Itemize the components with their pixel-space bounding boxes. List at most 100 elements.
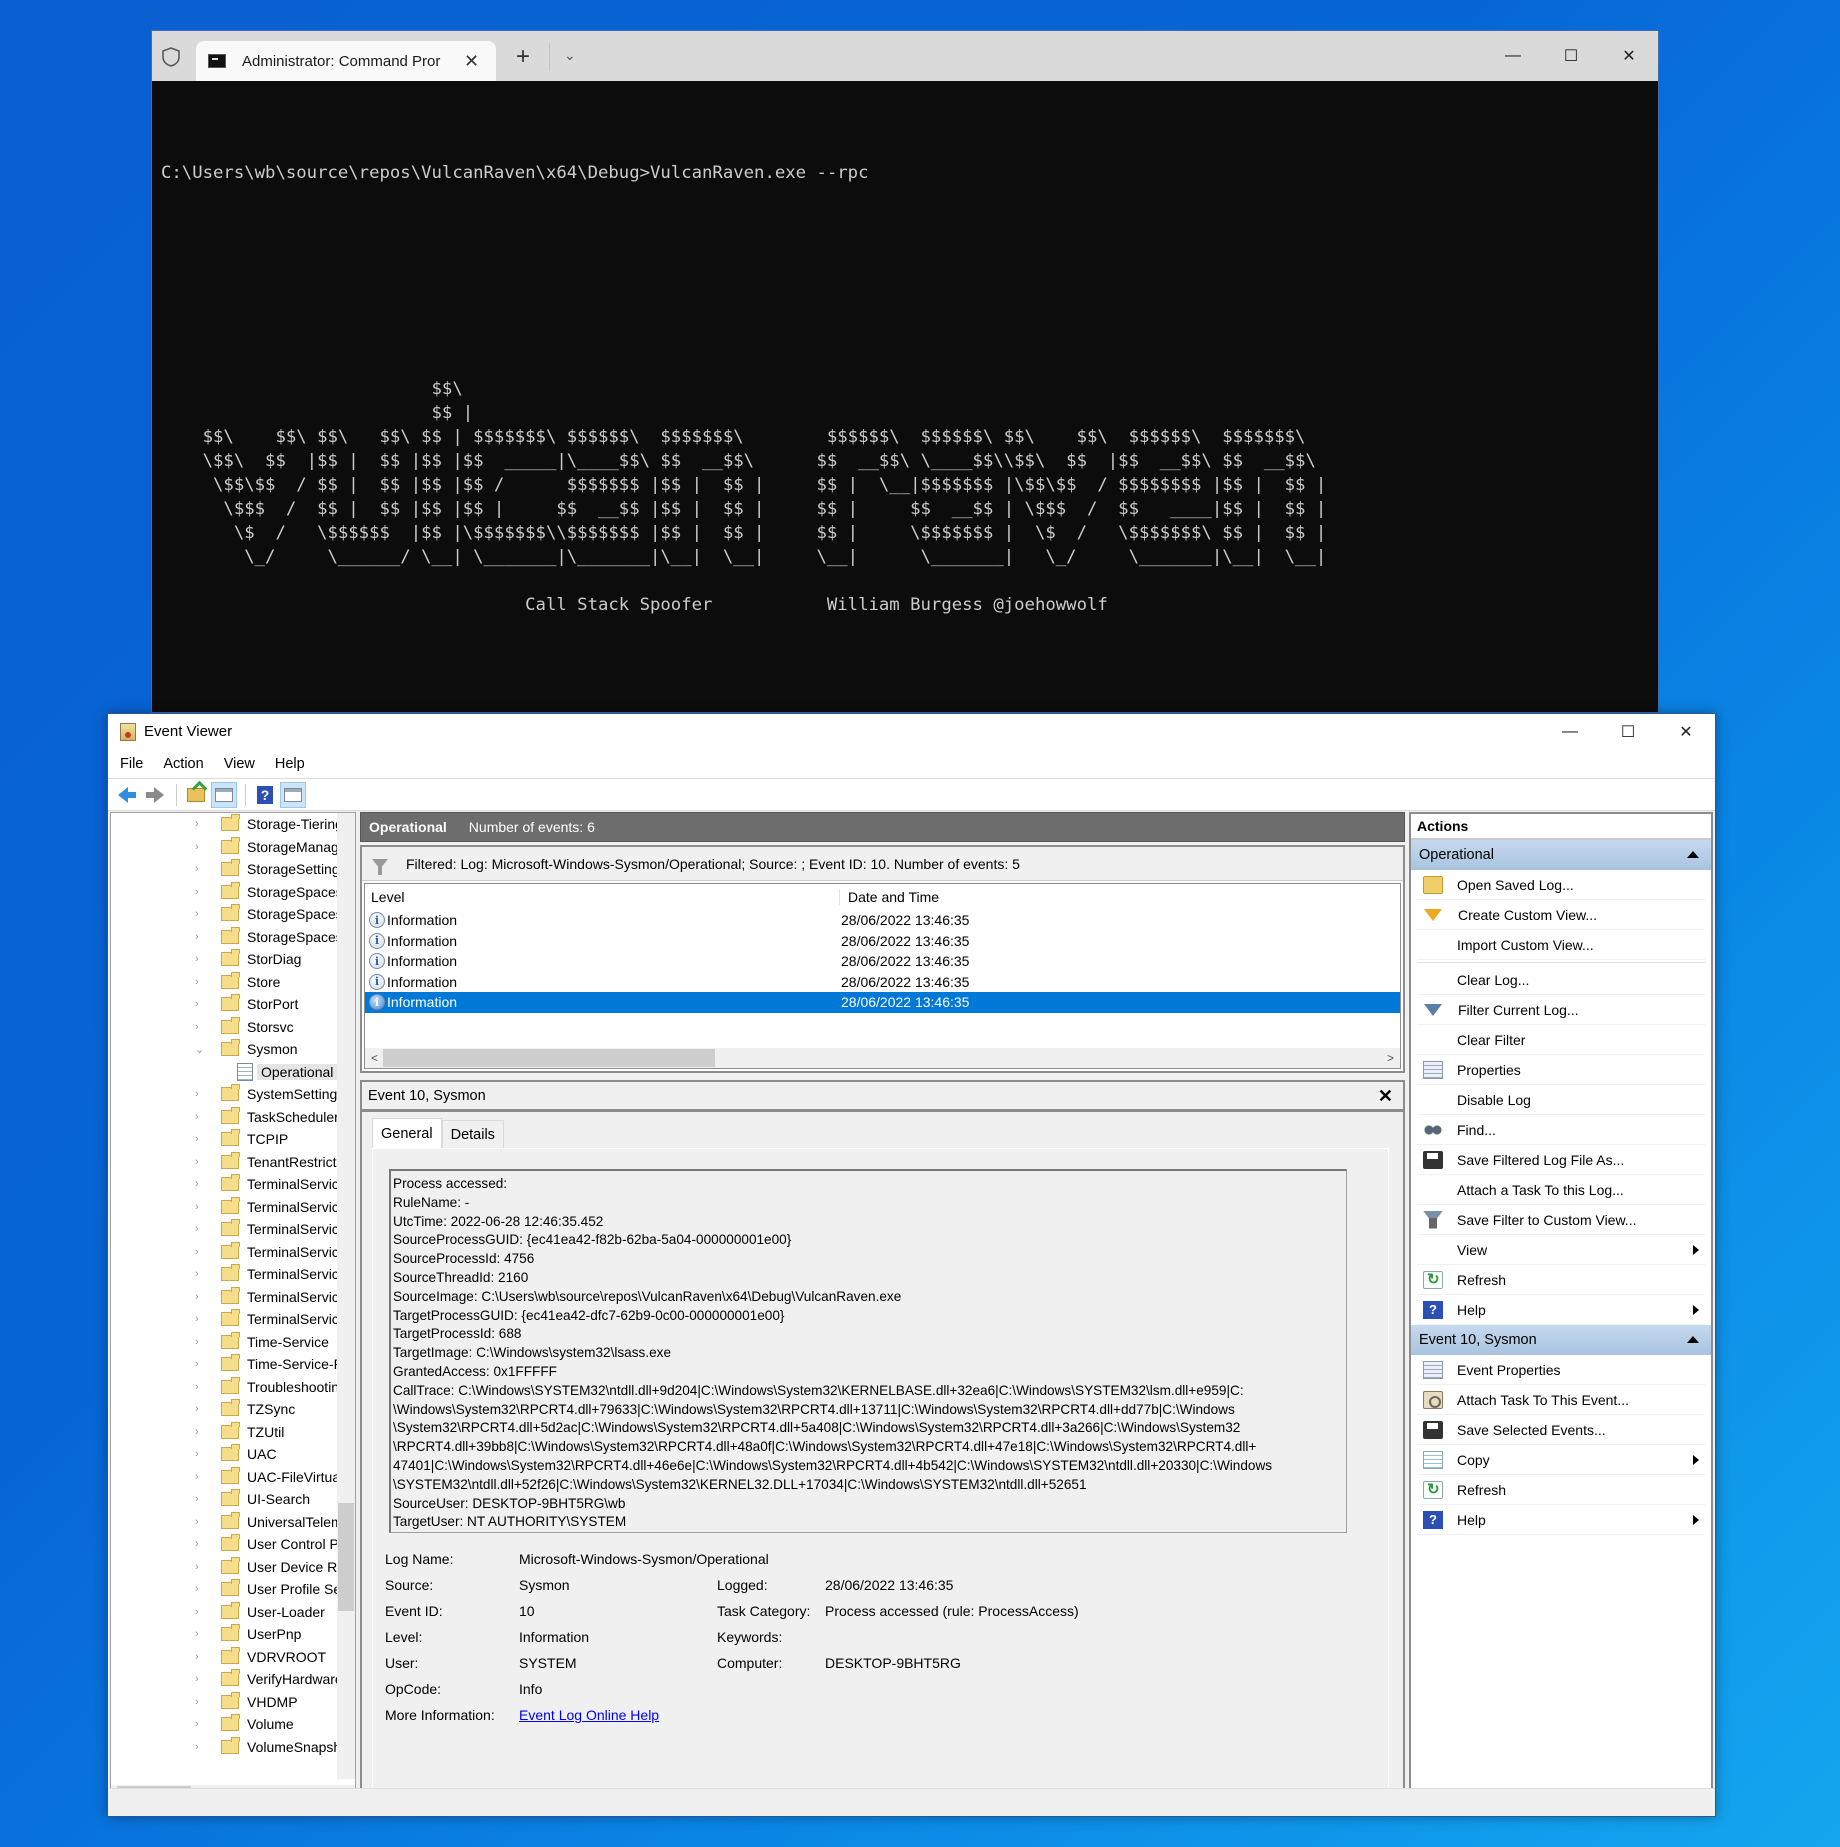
action-help[interactable]: ? Help (1417, 1505, 1705, 1535)
back-button[interactable] (114, 782, 140, 808)
chevron-right-icon[interactable]: › (195, 1133, 207, 1145)
chevron-right-icon[interactable]: › (195, 1516, 207, 1528)
tree-vertical-scrollbar[interactable] (337, 813, 355, 1779)
column-level[interactable]: Level (365, 889, 839, 905)
chevron-right-icon[interactable]: › (195, 1741, 207, 1753)
action-clear-filter[interactable]: Clear Filter (1417, 1025, 1705, 1055)
chevron-right-icon[interactable]: › (195, 1628, 207, 1640)
tree-item[interactable]: › StorPort (111, 993, 355, 1016)
chevron-right-icon[interactable]: › (195, 1426, 207, 1438)
actions-section-operational[interactable]: Operational (1411, 840, 1711, 870)
tree-item[interactable]: › TerminalServices (111, 1173, 355, 1196)
tab-details[interactable]: Details (441, 1120, 504, 1148)
tree-item[interactable]: › StorageSpaces- (111, 881, 355, 904)
chevron-right-icon[interactable]: › (195, 931, 207, 943)
up-one-level-button[interactable] (183, 782, 209, 808)
tree-item[interactable]: › StorageSettings (111, 858, 355, 881)
tree-item[interactable]: › UserPnp (111, 1623, 355, 1646)
tree-item[interactable]: › TerminalServices (111, 1286, 355, 1309)
chevron-right-icon[interactable]: › (195, 1561, 207, 1573)
action-open-saved-log[interactable]: Open Saved Log... (1417, 870, 1705, 900)
tree-item[interactable]: › StorageManagement (111, 836, 355, 859)
tree-item[interactable]: › Time-Service (111, 1331, 355, 1354)
tree-item-operational[interactable]: Operational (111, 1061, 355, 1084)
tree-item[interactable]: › Store (111, 971, 355, 994)
menu-file[interactable]: File (120, 756, 143, 772)
action-save-filtered-log-file-as[interactable]: Save Filtered Log File As... (1417, 1145, 1705, 1175)
tree-item[interactable]: › Time-Service-P (111, 1353, 355, 1376)
tab-general[interactable]: General (372, 1118, 442, 1148)
tree-item[interactable]: › Troubleshooting (111, 1376, 355, 1399)
actions-section-event[interactable]: Event 10, Sysmon (1411, 1325, 1711, 1355)
scroll-right-icon[interactable]: > (1387, 1051, 1394, 1065)
scroll-left-icon[interactable]: < (371, 1051, 378, 1065)
chevron-right-icon[interactable]: › (195, 908, 207, 920)
tree-item[interactable]: › StorageSpaces- (111, 903, 355, 926)
chevron-right-icon[interactable]: › (195, 1336, 207, 1348)
close-button[interactable]: ✕ (1657, 714, 1715, 749)
tree-item[interactable]: › Volume (111, 1713, 355, 1736)
menu-help[interactable]: Help (275, 756, 305, 772)
scroll-thumb[interactable] (383, 1049, 715, 1067)
chevron-right-icon[interactable]: › (195, 1493, 207, 1505)
tree-item[interactable]: › TerminalServices (111, 1218, 355, 1241)
action-import-custom-view[interactable]: Import Custom View... (1417, 930, 1705, 960)
chevron-down-icon[interactable]: ⌄ (564, 47, 576, 64)
chevron-right-icon[interactable]: › (195, 1291, 207, 1303)
show-hide-console-tree-button[interactable] (211, 781, 237, 808)
tree-item[interactable]: › VerifyHardwareSecurity (111, 1668, 355, 1691)
chevron-right-icon[interactable]: › (195, 1358, 207, 1370)
minimize-button[interactable]: — (1541, 714, 1599, 749)
tree-item[interactable]: › TerminalServices (111, 1308, 355, 1331)
tree-item[interactable]: › VolumeSnapshot (111, 1736, 355, 1759)
action-disable-log[interactable]: Disable Log (1417, 1085, 1705, 1115)
tree-item[interactable]: › TerminalServices (111, 1196, 355, 1219)
close-detail-icon[interactable]: ✕ (1378, 1086, 1393, 1107)
tree-item[interactable]: › TZSync (111, 1398, 355, 1421)
list-horizontal-scrollbar[interactable]: < > (365, 1048, 1400, 1068)
chevron-right-icon[interactable]: › (195, 1538, 207, 1550)
chevron-right-icon[interactable]: › (195, 1718, 207, 1730)
help-button[interactable]: ? (252, 782, 278, 808)
chevron-right-icon[interactable]: › (195, 1583, 207, 1595)
tree-item[interactable]: › TaskScheduler (111, 1106, 355, 1129)
tree-item[interactable]: ⌄ Sysmon (111, 1038, 355, 1061)
tree-item[interactable]: › Storsvc (111, 1016, 355, 1039)
chevron-right-icon[interactable]: › (195, 1403, 207, 1415)
close-tab-icon[interactable]: ✕ (464, 51, 479, 72)
chevron-right-icon[interactable]: › (195, 1021, 207, 1033)
chevron-right-icon[interactable]: › (195, 1201, 207, 1213)
action-refresh[interactable]: Refresh (1417, 1475, 1705, 1505)
tree-item[interactable]: › TZUtil (111, 1421, 355, 1444)
event-row[interactable]: i Information 28/06/2022 13:46:35 (365, 992, 1400, 1013)
chevron-right-icon[interactable]: › (195, 1471, 207, 1483)
action-copy[interactable]: Copy (1417, 1445, 1705, 1475)
action-save-selected-events[interactable]: Save Selected Events... (1417, 1415, 1705, 1445)
tree-item[interactable]: › VDRVROOT (111, 1646, 355, 1669)
tree-item[interactable]: › User Control Panel (111, 1533, 355, 1556)
action-attach-a-task-to-this-log[interactable]: Attach a Task To this Log... (1417, 1175, 1705, 1205)
chevron-right-icon[interactable]: › (195, 1673, 207, 1685)
chevron-down-icon[interactable]: ⌄ (195, 1043, 207, 1056)
chevron-right-icon[interactable]: › (195, 1606, 207, 1618)
event-row[interactable]: i Information 28/06/2022 13:46:35 (365, 972, 1400, 993)
chevron-right-icon[interactable]: › (195, 1111, 207, 1123)
menu-view[interactable]: View (224, 756, 255, 772)
chevron-right-icon[interactable]: › (195, 976, 207, 988)
tree-item[interactable]: › SystemSettings (111, 1083, 355, 1106)
action-attach-task-to-this-event[interactable]: Attach Task To This Event... (1417, 1385, 1705, 1415)
forward-button[interactable] (142, 782, 168, 808)
maximize-button[interactable]: ☐ (1542, 31, 1600, 81)
minimize-button[interactable]: — (1484, 31, 1542, 81)
tree-item[interactable]: › StorageSpaces- (111, 926, 355, 949)
show-hide-action-pane-button[interactable] (280, 781, 306, 808)
chevron-right-icon[interactable]: › (195, 818, 207, 830)
collapse-icon[interactable] (1687, 851, 1699, 858)
chevron-right-icon[interactable]: › (195, 1651, 207, 1663)
tree-item[interactable]: › User Device Registration (111, 1556, 355, 1579)
chevron-right-icon[interactable]: › (195, 1448, 207, 1460)
collapse-icon[interactable] (1687, 1336, 1699, 1343)
tree-item[interactable]: › UAC (111, 1443, 355, 1466)
chevron-right-icon[interactable]: › (195, 841, 207, 853)
action-create-custom-view[interactable]: Create Custom View... (1417, 900, 1705, 930)
